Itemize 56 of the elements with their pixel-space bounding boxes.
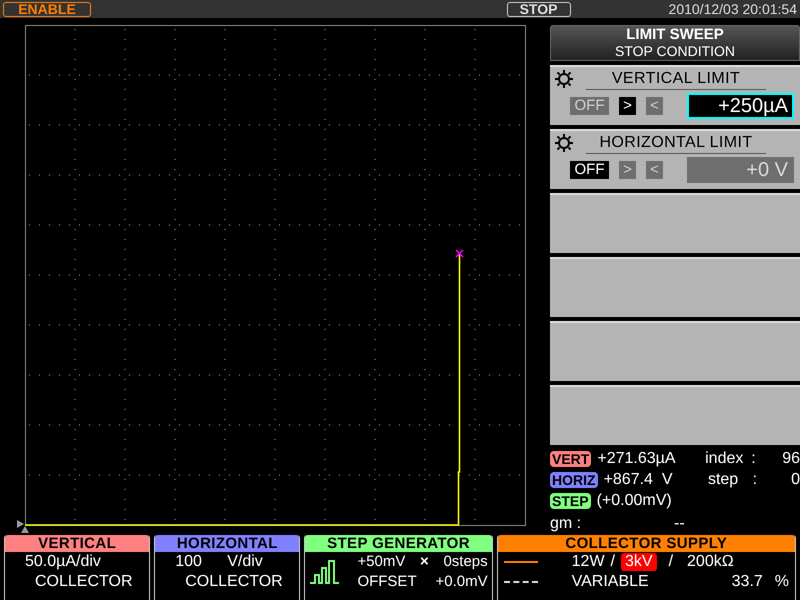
readout-reading: 96 <box>781 448 800 468</box>
resistance-value: 200kΩ <box>687 552 734 572</box>
scale-reading: 50.0µA/div <box>25 552 101 572</box>
scale-value: 100 <box>175 552 203 572</box>
limit-title: VERTICAL LIMIT <box>586 68 766 90</box>
option-button[interactable]: OFF <box>570 161 609 179</box>
readout-tag: HORIZ <box>550 472 598 488</box>
gm-value: -- <box>674 514 685 534</box>
separator: / <box>668 552 674 572</box>
mode-label: VARIABLE <box>572 572 650 592</box>
panel-header: STEP GENERATOR <box>305 535 492 552</box>
enable-button[interactable]: ENABLE <box>3 2 91 16</box>
readout-value: +867.4 V <box>604 470 674 490</box>
limit-value-field[interactable]: +250µA <box>687 93 794 119</box>
panel-header: COLLECTOR SUPPLY <box>498 535 796 552</box>
dashed-line-icon <box>504 581 538 583</box>
percent-unit: % <box>774 572 790 592</box>
sun-icon <box>554 133 574 153</box>
readout-reading: 0 <box>790 470 800 490</box>
scale-unit: V/div <box>227 552 263 572</box>
readout-tag: STEP <box>550 492 591 508</box>
readout-value: +271.63µA <box>597 448 677 468</box>
step-count: 0steps <box>443 552 488 572</box>
solid-line-icon <box>504 561 538 563</box>
stop-button[interactable]: STOP <box>506 2 571 16</box>
option-button[interactable]: OFF <box>570 97 609 115</box>
option-button[interactable]: > <box>619 161 636 179</box>
power-value: 12W <box>572 552 605 572</box>
option-button[interactable]: > <box>619 97 636 115</box>
readout-value: (+0.00mV) <box>596 490 673 510</box>
step-amplitude: +50mV <box>357 552 406 572</box>
multiply-sign: × <box>420 552 429 572</box>
date-time: 2010/12/03 20:01:54 <box>668 0 797 18</box>
source-label: COLLECTOR <box>35 572 133 592</box>
cursor-cross-icon <box>455 249 464 258</box>
readout-label: step <box>708 470 740 490</box>
sun-icon <box>554 69 574 89</box>
panel-header: VERTICAL <box>5 535 150 552</box>
readout-tag: VERT <box>550 450 592 466</box>
gm-label: gm : <box>550 514 582 534</box>
option-button[interactable]: < <box>646 161 663 179</box>
panel-header: HORIZONTAL <box>155 535 300 552</box>
readout-separator: : <box>752 470 758 490</box>
panel-title: LIMIT SWEEP <box>626 27 724 43</box>
option-button[interactable]: < <box>646 97 663 115</box>
percent-value: 33.7 <box>732 572 763 592</box>
readout-separator: : <box>751 448 756 468</box>
source-label: COLLECTOR <box>185 572 283 592</box>
voltage-value: 3kV <box>621 553 657 571</box>
separator: / <box>610 552 615 572</box>
panel-subtitle: STOP CONDITION <box>614 43 736 59</box>
offset-label: OFFSET <box>357 572 417 592</box>
limit-title: HORIZONTAL LIMIT <box>586 132 766 154</box>
offset-value: +0.0mV <box>436 572 488 592</box>
limit-value-field[interactable]: +0 V <box>687 157 794 183</box>
readout-label: index <box>705 448 744 468</box>
